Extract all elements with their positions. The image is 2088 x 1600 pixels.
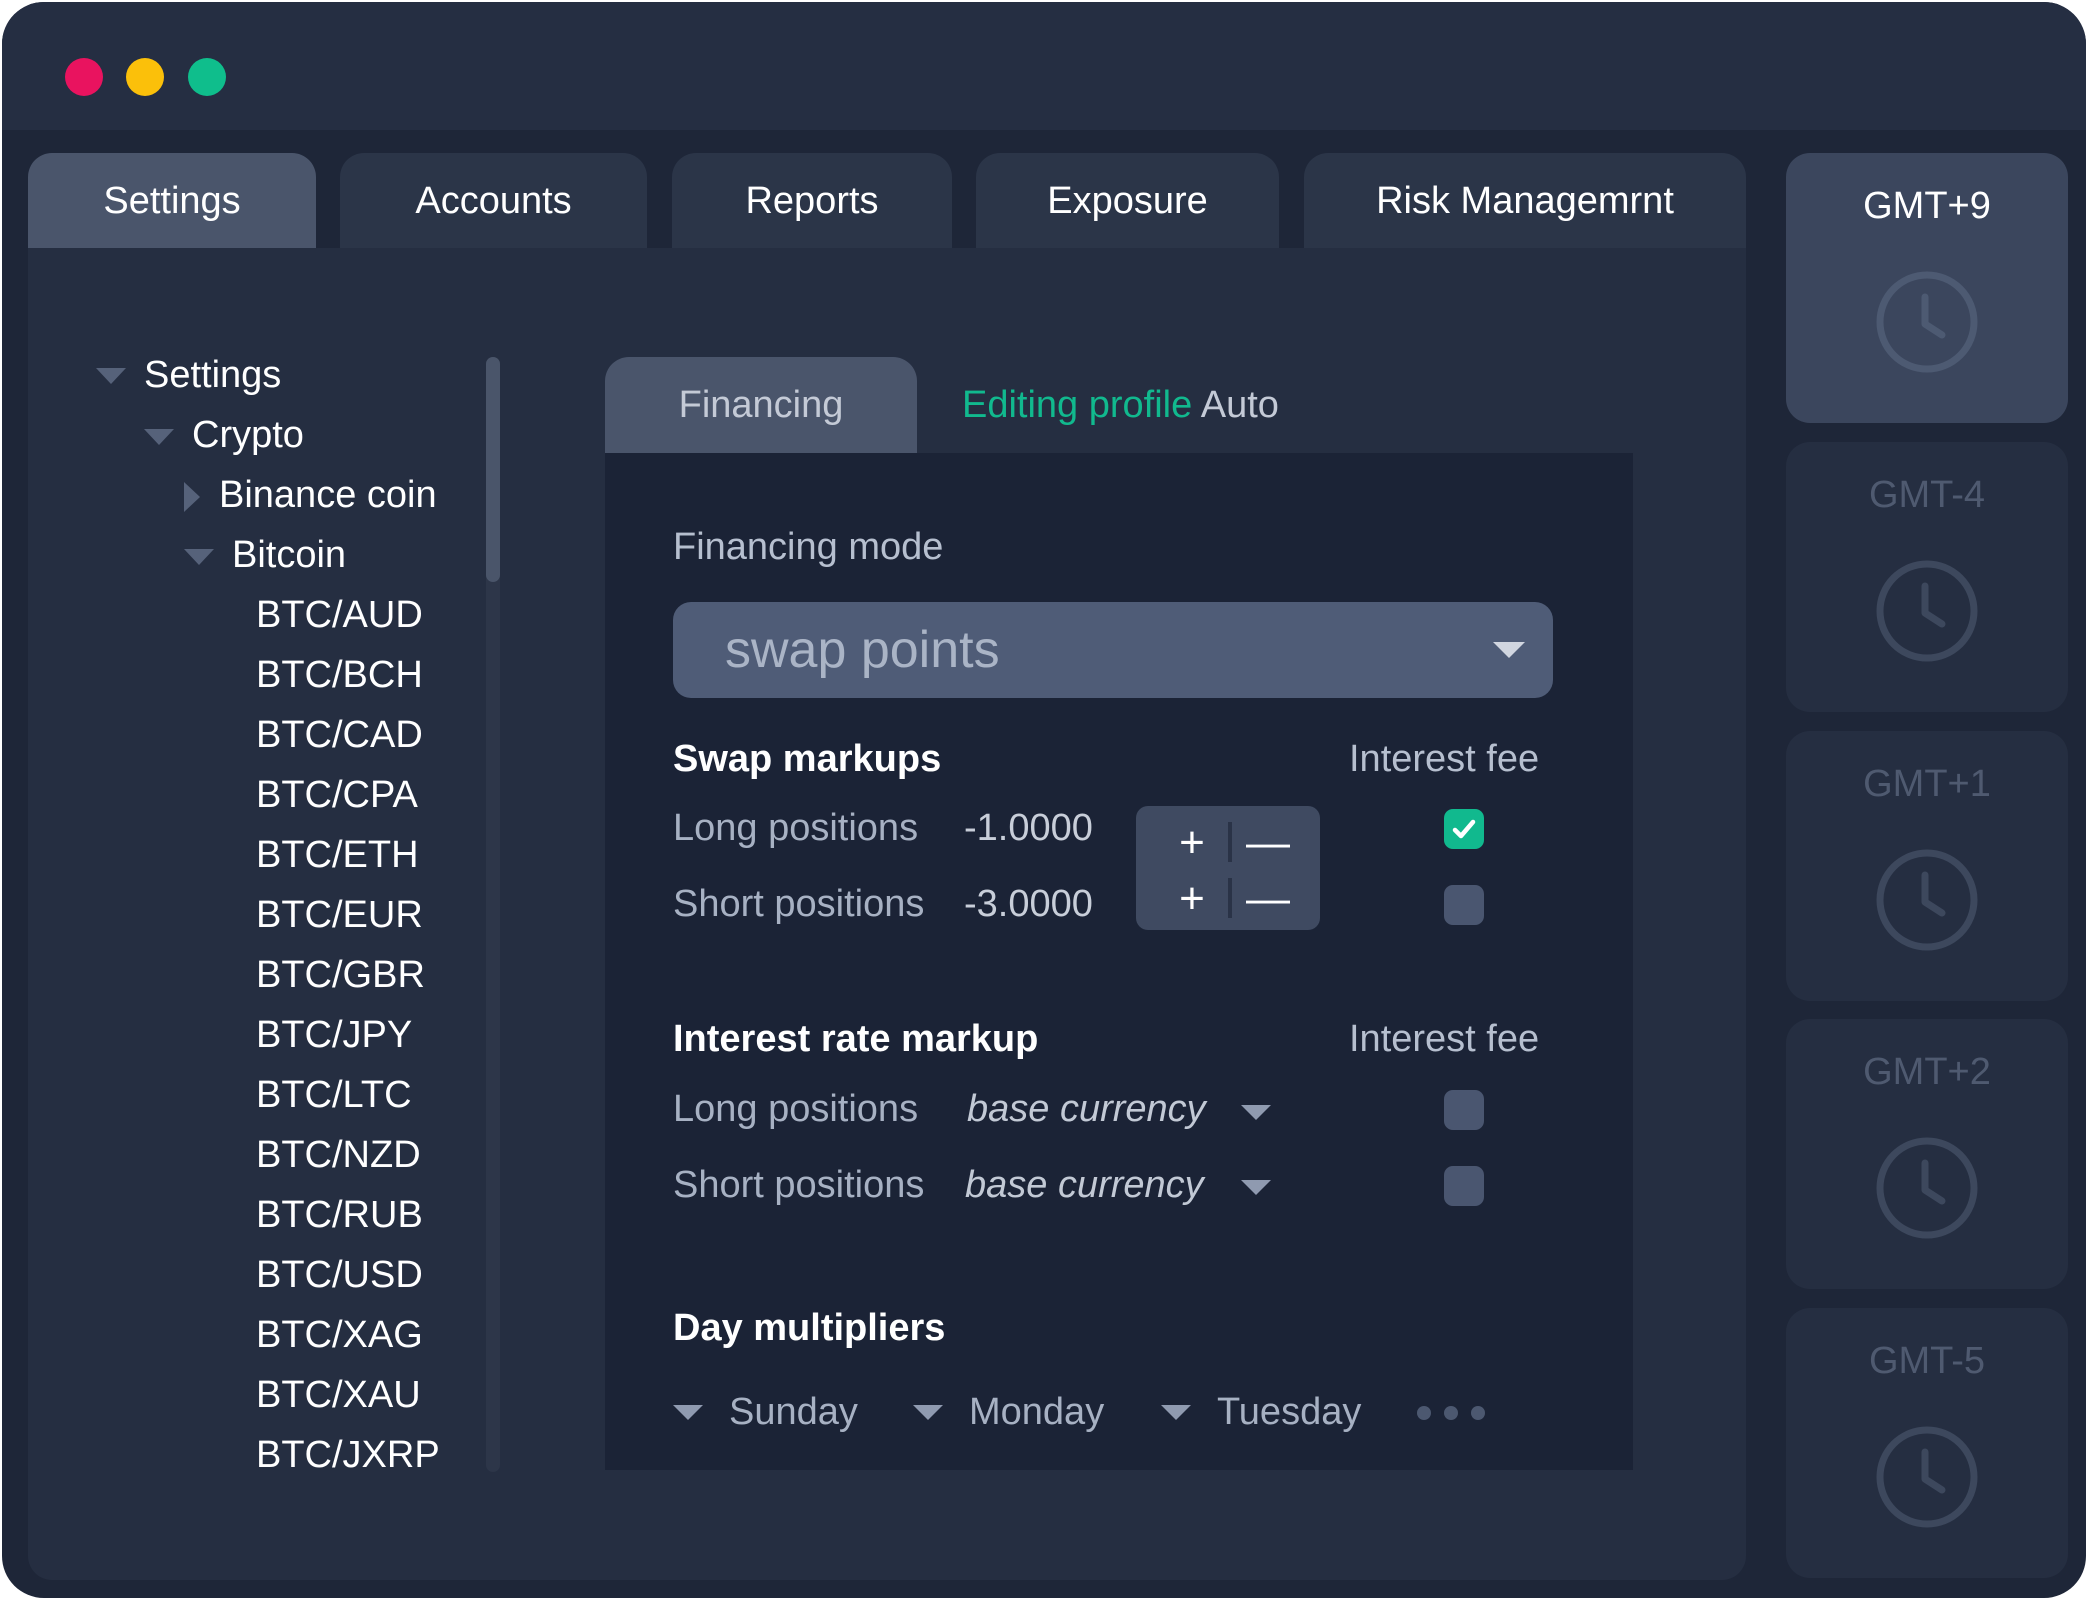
stepper-divider — [1228, 822, 1232, 862]
tab-label: Financing — [678, 383, 844, 426]
timezone-card[interactable]: GMT+9 — [1786, 153, 2068, 423]
markup-stepper: + — + — — [1136, 806, 1320, 930]
tree-item-pair[interactable]: BTC/JXRP — [256, 1432, 440, 1478]
timezone-label: GMT+1 — [1863, 763, 1991, 805]
long-positions-label: Long positions — [673, 1088, 919, 1130]
financing-mode-label: Financing mode — [673, 526, 944, 568]
dot — [1471, 1406, 1485, 1420]
timezone-card[interactable]: GMT+2 — [1786, 1019, 2068, 1289]
dot — [1444, 1406, 1458, 1420]
interest-fee-header: Interest fee — [1349, 738, 1540, 780]
timezone-card[interactable]: GMT+1 — [1786, 731, 2068, 1001]
short-positions-label: Short positions — [673, 883, 925, 925]
timezone-label: GMT-4 — [1868, 474, 1986, 516]
tree-item-bitcoin[interactable]: Bitcoin — [232, 532, 346, 578]
editing-profile-indicator: Editing profile Auto — [962, 380, 1279, 430]
short-positions-value[interactable]: -3.0000 — [964, 880, 1093, 928]
tab-settings[interactable]: Settings — [28, 153, 316, 249]
tab-accounts[interactable]: Accounts — [340, 153, 647, 249]
long-positions-label: Long positions — [673, 807, 919, 849]
checkmark-icon — [1452, 819, 1476, 839]
tree-item-pair[interactable]: BTC/RUB — [256, 1192, 423, 1238]
tree-item-pair[interactable]: BTC/XAG — [256, 1312, 423, 1358]
tree-item-pair[interactable]: BTC/AUD — [256, 592, 423, 638]
financing-mode-value: swap points — [725, 621, 1000, 679]
timezone-label: GMT-5 — [1868, 1340, 1986, 1382]
profile-name: Auto — [1200, 384, 1279, 426]
timezone-label: GMT+2 — [1863, 1051, 1991, 1093]
tab-exposure[interactable]: Exposure — [976, 153, 1279, 249]
maximize-window-button[interactable] — [188, 58, 226, 96]
clock-icon — [1876, 560, 1978, 662]
long-interest-fee-checkbox[interactable] — [1444, 1090, 1484, 1130]
tree-item-pair[interactable]: BTC/CPA — [256, 772, 418, 818]
long-increment-button[interactable]: + — [1164, 818, 1220, 868]
tree-scrollbar-thumb[interactable] — [486, 357, 500, 582]
day-tuesday[interactable]: Tuesday — [1217, 1388, 1361, 1436]
tab-label: Risk Managemrnt — [1376, 179, 1674, 222]
clock-icon — [1876, 1426, 1978, 1528]
tab-financing[interactable]: Financing — [605, 357, 917, 453]
expand-crypto-icon[interactable] — [144, 429, 174, 445]
expand-settings-icon[interactable] — [96, 368, 126, 384]
timezone-card[interactable]: GMT-5 — [1786, 1308, 2068, 1578]
tree-item-crypto[interactable]: Crypto — [192, 412, 304, 458]
editing-profile-label: Editing profile — [962, 384, 1193, 426]
long-positions-value[interactable]: -1.0000 — [964, 804, 1093, 852]
title-bar — [2, 2, 2086, 130]
interest-fee-header: Interest fee — [1349, 1018, 1540, 1060]
short-decrement-button[interactable]: — — [1240, 874, 1296, 924]
day-sunday[interactable]: Sunday — [729, 1388, 858, 1436]
tree-item-binance-coin[interactable]: Binance coin — [219, 472, 437, 518]
clock-icon — [1876, 271, 1978, 373]
tree-item-pair[interactable]: BTC/BCH — [256, 652, 423, 698]
interest-rate-markup-title: Interest rate markup — [673, 1018, 1039, 1060]
expand-binance-icon[interactable] — [184, 482, 200, 512]
tab-label: Settings — [103, 179, 241, 222]
long-interest-fee-checkbox[interactable] — [1444, 809, 1484, 849]
chevron-down-icon[interactable] — [673, 1405, 703, 1420]
tab-label: Reports — [745, 179, 879, 222]
stepper-divider — [1228, 878, 1232, 918]
tree-item-pair[interactable]: BTC/ETH — [256, 832, 419, 878]
swap-markups-title: Swap markups — [673, 738, 942, 780]
chevron-down-icon[interactable] — [913, 1405, 943, 1420]
tree-item-pair[interactable]: BTC/CAD — [256, 712, 423, 758]
day-multipliers-title: Day multipliers — [673, 1307, 946, 1349]
dot — [1417, 1406, 1431, 1420]
timezone-card[interactable]: GMT-4 — [1786, 442, 2068, 712]
tab-reports[interactable]: Reports — [672, 153, 952, 249]
short-increment-button[interactable]: + — [1164, 874, 1220, 924]
minimize-window-button[interactable] — [126, 58, 164, 96]
chevron-down-icon[interactable] — [1241, 1105, 1271, 1120]
expand-bitcoin-icon[interactable] — [184, 549, 214, 565]
short-positions-label: Short positions — [673, 1164, 925, 1206]
tree-item-pair[interactable]: BTC/GBR — [256, 952, 425, 998]
tree-item-pair[interactable]: BTC/LTC — [256, 1072, 412, 1118]
short-interest-fee-checkbox[interactable] — [1444, 885, 1484, 925]
long-decrement-button[interactable]: — — [1240, 818, 1296, 868]
short-interest-fee-checkbox[interactable] — [1444, 1166, 1484, 1206]
chevron-down-icon[interactable] — [1241, 1180, 1271, 1195]
short-currency-select[interactable]: base currency — [965, 1161, 1204, 1209]
clock-icon — [1876, 1137, 1978, 1239]
tab-risk-management[interactable]: Risk Managemrnt — [1304, 153, 1746, 249]
tree-item-pair[interactable]: BTC/XAU — [256, 1372, 421, 1418]
app-window: Settings Accounts Reports Exposure Risk … — [2, 2, 2086, 1598]
close-window-button[interactable] — [65, 58, 103, 96]
tree-item-pair[interactable]: BTC/USD — [256, 1252, 423, 1298]
tree-item-pair[interactable]: BTC/JPY — [256, 1012, 412, 1058]
chevron-down-icon — [1493, 642, 1525, 658]
tree-item-pair[interactable]: BTC/EUR — [256, 892, 423, 938]
tree-item-settings[interactable]: Settings — [144, 352, 281, 398]
tab-label: Exposure — [1047, 179, 1208, 222]
financing-mode-select[interactable]: swap points — [673, 602, 1553, 698]
long-currency-select[interactable]: base currency — [967, 1085, 1206, 1133]
clock-icon — [1876, 849, 1978, 951]
day-monday[interactable]: Monday — [969, 1388, 1104, 1436]
tab-label: Accounts — [415, 179, 572, 222]
timezone-label: GMT+9 — [1863, 185, 1991, 227]
chevron-down-icon[interactable] — [1161, 1405, 1191, 1420]
tree-item-pair[interactable]: BTC/NZD — [256, 1132, 421, 1178]
